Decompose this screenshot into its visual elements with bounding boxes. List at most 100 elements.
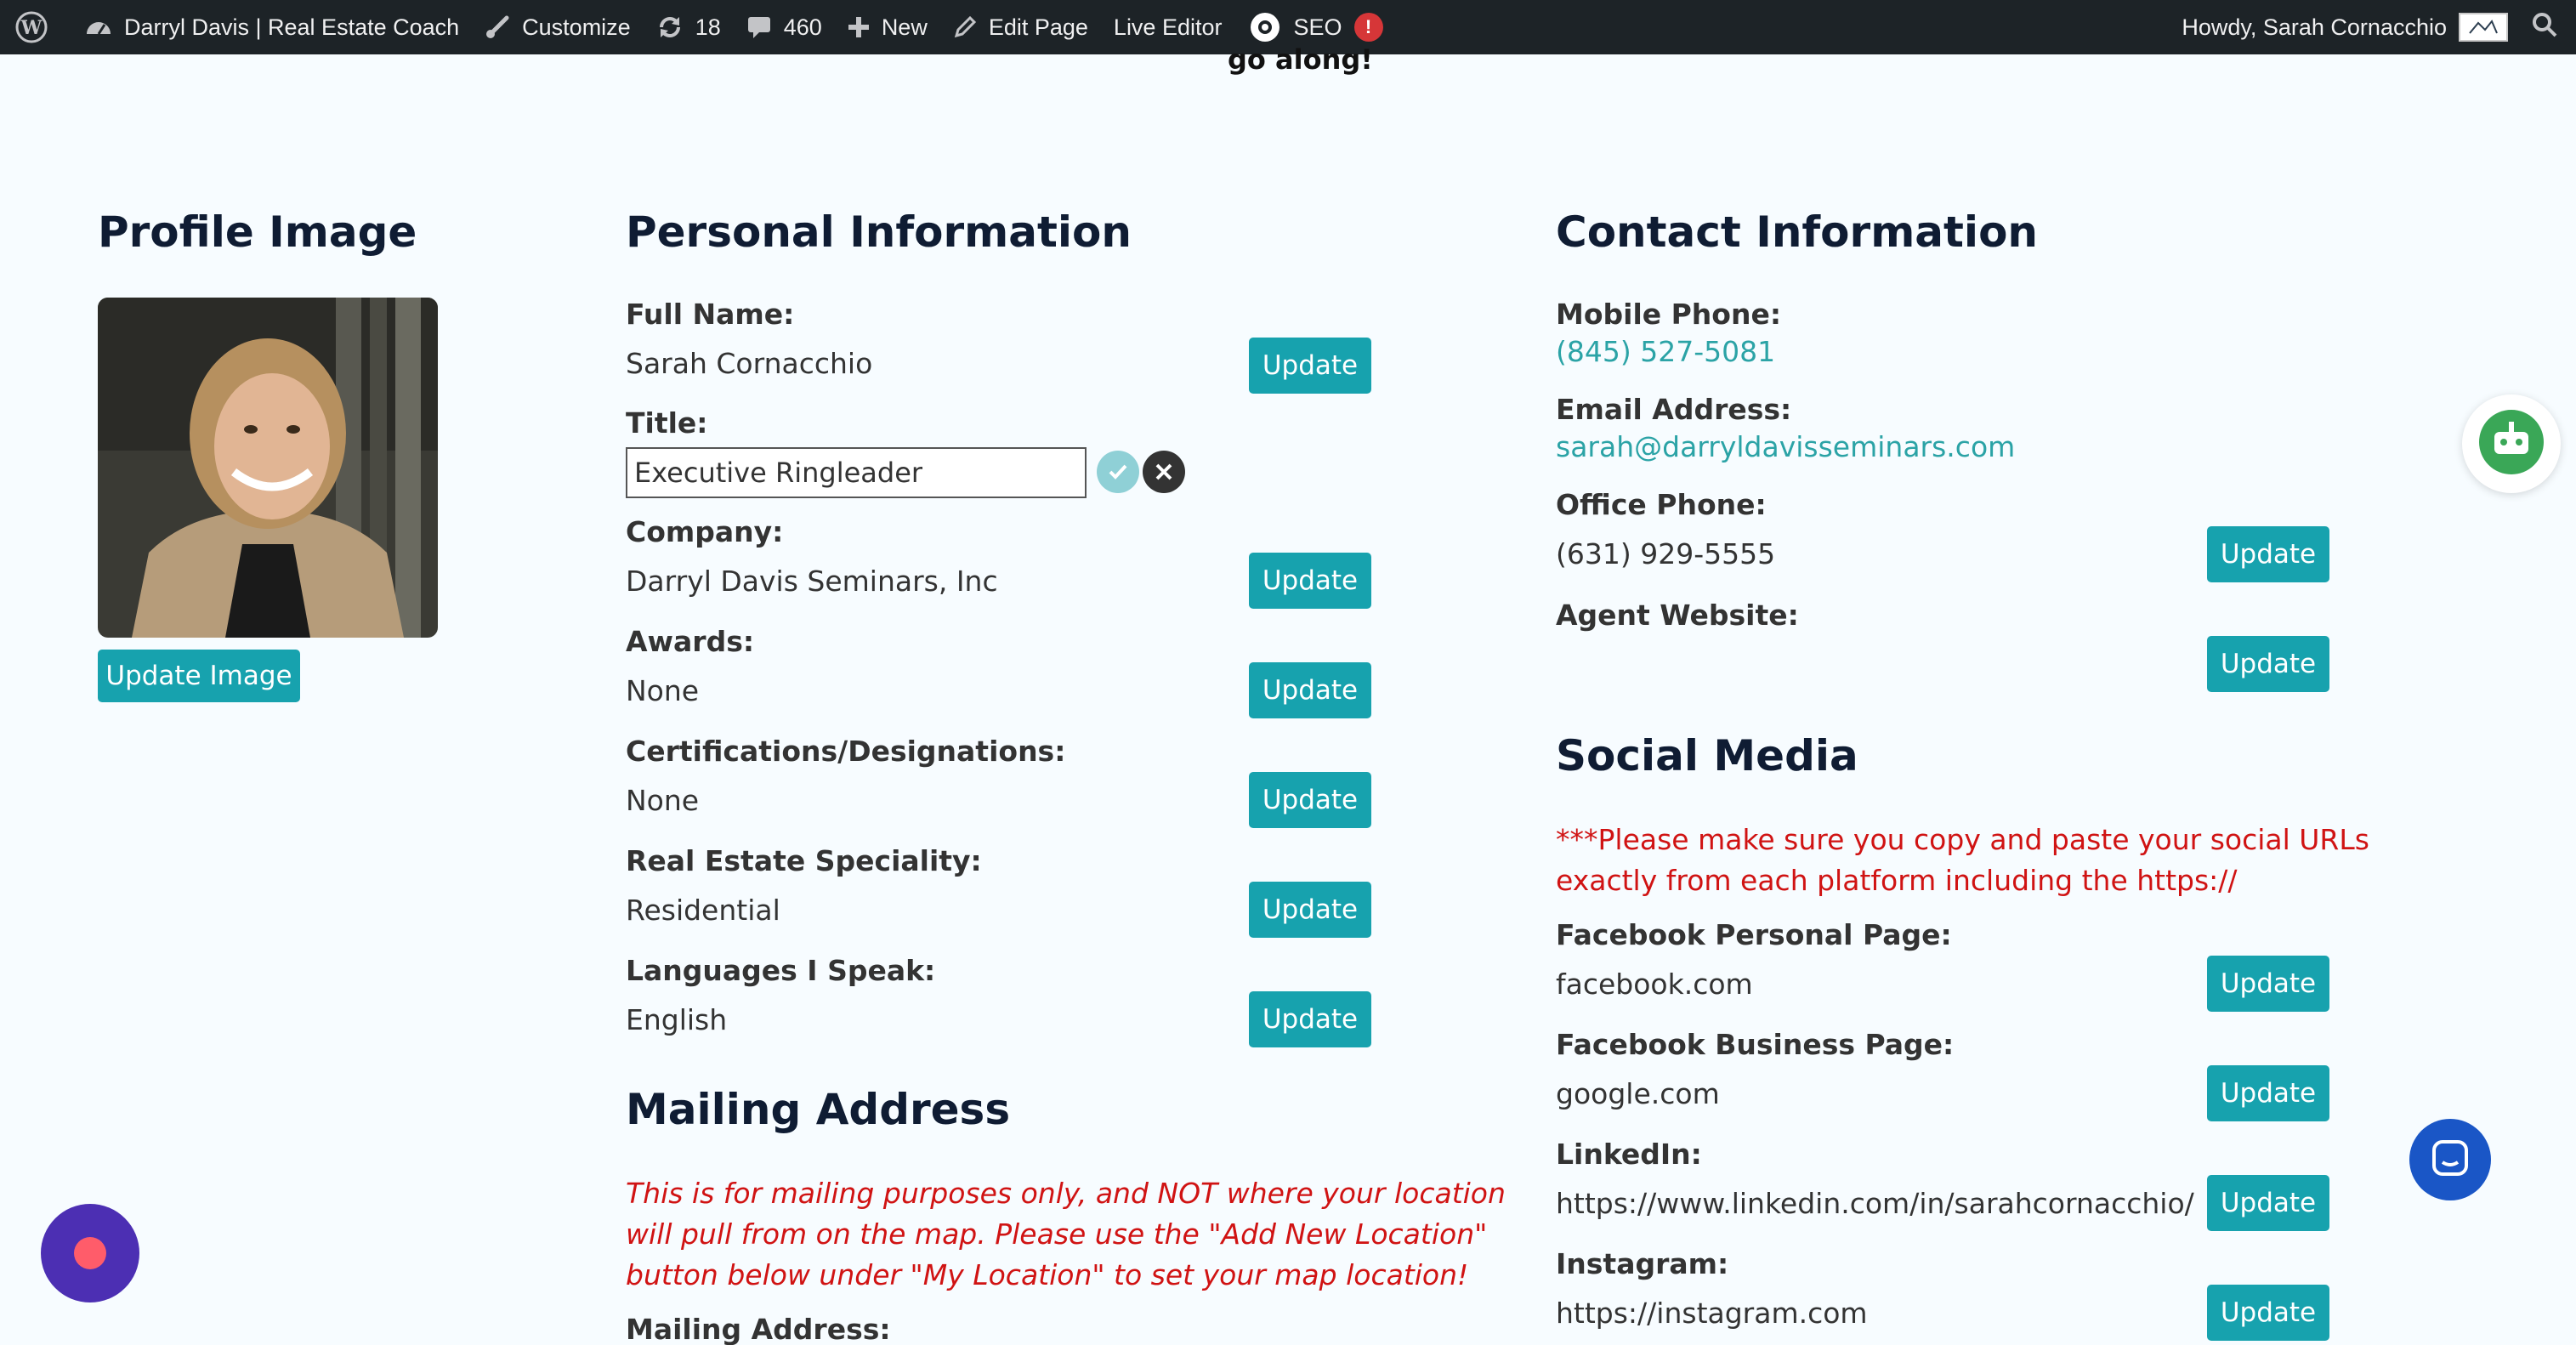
title-label: Title: <box>626 406 708 440</box>
confirm-check-icon[interactable] <box>1097 451 1139 493</box>
update-facebook-personal-button[interactable]: Update <box>2207 956 2329 1012</box>
instagram-label: Instagram: <box>1556 1247 1729 1280</box>
plus-icon <box>848 16 870 38</box>
profile-column: Profile Image Update Image <box>98 204 540 702</box>
update-certifications-button[interactable]: Update <box>1249 772 1371 828</box>
updates-link[interactable]: 18 <box>644 0 734 54</box>
office-phone-label: Office Phone: <box>1556 488 1767 521</box>
seo-label: SEO <box>1293 14 1342 40</box>
facebook-business-value: google.com <box>1556 1077 1720 1110</box>
facebook-business-field: Facebook Business Page: google.com <box>1556 1026 1954 1113</box>
mobile-phone-field: Mobile Phone: (845) 527-5081 <box>1556 296 1781 371</box>
linkedin-value: https://www.linkedin.com/in/sarahcornacc… <box>1556 1187 2194 1220</box>
edit-page-link[interactable]: Edit Page <box>940 0 1101 54</box>
record-button[interactable] <box>41 1204 139 1302</box>
partial-heading: go along! <box>1228 43 1373 76</box>
cancel-x-icon[interactable] <box>1143 451 1185 493</box>
social-media-heading: Social Media <box>1556 731 1858 780</box>
update-agent-website-button[interactable]: Update <box>2207 636 2329 692</box>
robot-icon <box>2477 408 2545 480</box>
update-speciality-button[interactable]: Update <box>1249 882 1371 938</box>
languages-label: Languages I Speak: <box>626 954 936 987</box>
comments-link[interactable]: 460 <box>734 0 835 54</box>
awards-value: None <box>626 674 700 707</box>
live-editor-label: Live Editor <box>1113 14 1223 40</box>
email-field: Email Address: sarah@darryldavisseminars… <box>1556 391 2015 466</box>
instagram-value: https://instagram.com <box>1556 1297 1868 1330</box>
office-phone-field: Office Phone: (631) 929-5555 <box>1556 486 1775 573</box>
contact-info-column: Contact Information Mobile Phone: (845) … <box>1556 204 2508 1341</box>
company-value: Darryl Davis Seminars, Inc <box>626 565 998 598</box>
avatar <box>2459 13 2508 42</box>
full-name-value: Sarah Cornacchio <box>626 347 873 380</box>
chatbot-launcher[interactable] <box>2462 394 2561 493</box>
personal-info-heading: Personal Information <box>626 207 1132 257</box>
speciality-label: Real Estate Speciality: <box>626 844 982 877</box>
company-field: Company: Darryl Davis Seminars, Inc <box>626 514 998 600</box>
update-awards-button[interactable]: Update <box>1249 662 1371 718</box>
speciality-field: Real Estate Speciality: Residential <box>626 843 982 929</box>
facebook-personal-field: Facebook Personal Page: facebook.com <box>1556 917 1952 1003</box>
adminbar-search-button[interactable] <box>2518 0 2576 54</box>
live-editor-link[interactable]: Live Editor <box>1101 0 1235 54</box>
new-label: New <box>881 14 928 40</box>
full-name-label: Full Name: <box>626 298 795 331</box>
svg-text:W: W <box>20 17 43 39</box>
mailing-notice: This is for mailing purposes only, and N… <box>626 1177 1506 1291</box>
customize-label: Customize <box>522 14 631 40</box>
mailing-address-heading: Mailing Address <box>626 1085 1011 1134</box>
social-notice: ***Please make sure you copy and paste y… <box>1556 823 2369 897</box>
comment-bubble-icon <box>746 14 772 40</box>
chat-icon <box>2431 1138 2470 1181</box>
pencil-icon <box>953 15 977 39</box>
certifications-field: Certifications/Designations: None <box>626 733 1065 820</box>
agent-website-label: Agent Website: <box>1556 599 1799 632</box>
instagram-field: Instagram: https://instagram.com <box>1556 1246 1868 1332</box>
languages-value: English <box>626 1003 728 1036</box>
certifications-label: Certifications/Designations: <box>626 735 1066 768</box>
seo-gear-icon <box>1248 10 1282 44</box>
awards-label: Awards: <box>626 625 755 658</box>
email-label: Email Address: <box>1556 393 1792 426</box>
chat-messenger-button[interactable] <box>2409 1119 2491 1200</box>
update-full-name-button[interactable]: Update <box>1249 338 1371 394</box>
email-link[interactable]: sarah@darryldavisseminars.com <box>1556 428 2015 466</box>
search-icon <box>2532 12 2557 43</box>
my-account-menu[interactable]: Howdy, Sarah Cornacchio <box>2169 0 2518 54</box>
speciality-value: Residential <box>626 894 780 927</box>
paintbrush-icon <box>485 14 510 40</box>
update-office-phone-button[interactable]: Update <box>2207 526 2329 582</box>
profile-heading: Profile Image <box>98 207 417 257</box>
certifications-value: None <box>626 784 700 817</box>
languages-field: Languages I Speak: English <box>626 952 935 1039</box>
update-facebook-business-button[interactable]: Update <box>2207 1065 2329 1121</box>
wordpress-icon: W <box>15 11 48 43</box>
agent-website-field: Agent Website: <box>1556 597 1799 634</box>
site-name-label: Darryl Davis | Real Estate Coach <box>124 14 460 40</box>
edit-page-label: Edit Page <box>988 14 1088 40</box>
mobile-phone-label: Mobile Phone: <box>1556 298 1782 331</box>
title-input[interactable]: Executive Ringleader <box>626 447 1087 498</box>
mobile-phone-link[interactable]: (845) 527-5081 <box>1556 333 1781 371</box>
facebook-personal-label: Facebook Personal Page: <box>1556 918 1952 951</box>
site-name-menu[interactable]: Darryl Davis | Real Estate Coach <box>72 0 472 54</box>
personal-info-column: Personal Information Full Name: Sarah Co… <box>626 204 1510 1345</box>
wordpress-logo-button[interactable]: W <box>0 0 72 54</box>
full-name-field: Full Name: Sarah Cornacchio <box>626 296 1510 383</box>
linkedin-field: LinkedIn: https://www.linkedin.com/in/sa… <box>1556 1136 2194 1223</box>
company-label: Company: <box>626 515 784 548</box>
update-languages-button[interactable]: Update <box>1249 991 1371 1047</box>
linkedin-label: LinkedIn: <box>1556 1138 1702 1171</box>
update-linkedin-button[interactable]: Update <box>2207 1175 2329 1231</box>
dashboard-icon <box>85 15 112 39</box>
awards-field: Awards: None <box>626 623 754 710</box>
seo-alert-badge: ! <box>1353 13 1383 42</box>
facebook-personal-value: facebook.com <box>1556 968 1753 1001</box>
update-image-button[interactable]: Update Image <box>98 650 300 702</box>
record-dot-icon <box>74 1237 106 1269</box>
update-instagram-button[interactable]: Update <box>2207 1285 2329 1341</box>
new-content-menu[interactable]: New <box>835 0 940 54</box>
update-company-button[interactable]: Update <box>1249 553 1371 609</box>
customize-link[interactable]: Customize <box>472 0 644 54</box>
profile-photo <box>98 298 438 638</box>
